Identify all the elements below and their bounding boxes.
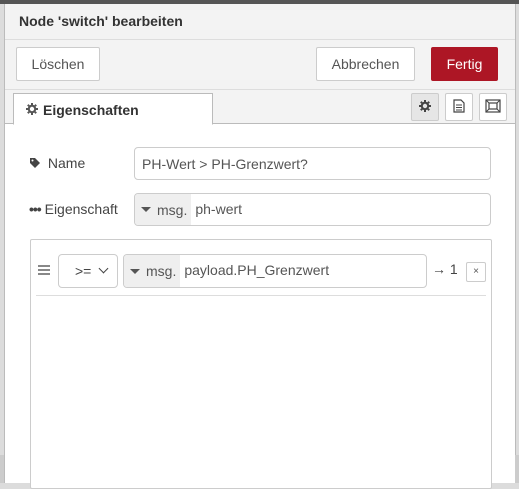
property-type-label: msg. (157, 201, 188, 218)
cancel-button[interactable]: Abbrechen (316, 47, 415, 81)
chevron-down-icon (98, 263, 109, 274)
tag-icon (29, 155, 48, 171)
close-icon: × (473, 266, 479, 277)
tray-toolbar: Löschen Abbrechen Fertig (5, 40, 515, 90)
rule-value-type-select[interactable]: msg. (124, 255, 181, 287)
tab-settings-gear[interactable] (411, 93, 439, 121)
tab-properties-label: Eigenschaften (43, 102, 139, 118)
operator-value: >= (75, 263, 92, 279)
remove-rule-button[interactable]: × (466, 262, 486, 282)
rule-output-label: → 1 (432, 261, 458, 277)
operator-select[interactable]: >= (58, 254, 118, 288)
tab-appearance[interactable] (479, 93, 507, 121)
rule-row: >= msg. payload.PH_Grenzwert → 1 × (36, 254, 486, 296)
rule-value-typed-input[interactable]: msg. payload.PH_Grenzwert (123, 254, 427, 288)
edit-tray: Node 'switch' bearbeiten Löschen Abbrech… (4, 4, 516, 489)
name-label-text: Name (47, 155, 86, 171)
description-icon (453, 98, 465, 116)
name-label: Name (29, 155, 85, 171)
tab-description[interactable] (445, 93, 473, 121)
property-value[interactable]: ph-wert (191, 194, 242, 225)
right-edge-scroll (515, 455, 519, 483)
drag-handle-icon[interactable] (38, 265, 50, 277)
left-edge-scroll (0, 455, 4, 483)
property-label-text: Eigenschaft (44, 201, 118, 217)
caret-down-icon (141, 207, 151, 212)
tabs-row: Eigenschaften (5, 90, 515, 125)
property-label: ••• Eigenschaft (29, 201, 118, 217)
rule-value[interactable]: payload.PH_Grenzwert (180, 255, 329, 287)
appearance-icon (485, 98, 501, 116)
tray-title: Node 'switch' bearbeiten (5, 4, 515, 40)
tab-properties[interactable]: Eigenschaften (13, 93, 213, 125)
caret-down-icon (130, 268, 140, 274)
gear-icon (419, 99, 431, 115)
gear-icon (26, 102, 38, 118)
delete-button[interactable]: Löschen (16, 47, 100, 81)
property-typed-input[interactable]: msg. ph-wert (134, 193, 491, 226)
property-type-select[interactable]: msg. (135, 194, 192, 225)
rules-list: >= msg. payload.PH_Grenzwert → 1 × (30, 239, 492, 489)
rule-value-type-label: msg. (146, 263, 177, 279)
done-button[interactable]: Fertig (431, 47, 498, 81)
name-input[interactable]: PH-Wert > PH-Grenzwert? (134, 147, 491, 180)
ellipsis-icon: ••• (29, 201, 42, 217)
